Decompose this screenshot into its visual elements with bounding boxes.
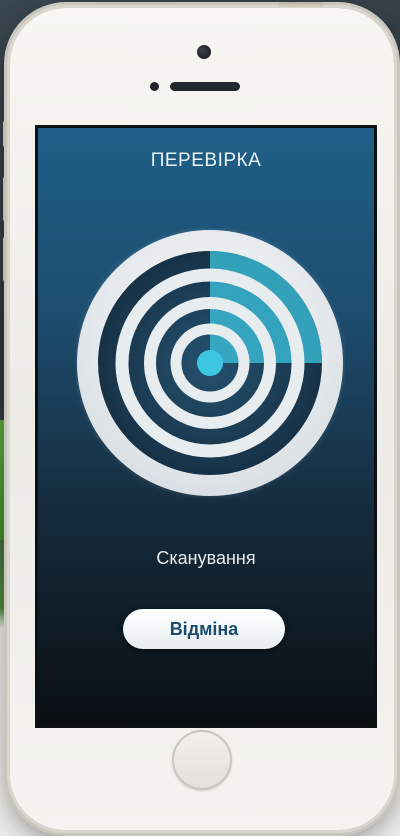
page-title: ПЕРЕВІРКА	[150, 150, 262, 171]
scanning-status: Сканування	[156, 548, 256, 568]
mute-switch	[3, 120, 9, 148]
power-button	[278, 2, 324, 8]
volume-down-button	[3, 236, 9, 282]
radar-scan-icon	[75, 228, 345, 498]
volume-up-button	[3, 176, 9, 222]
app-screen: ПЕРЕВІРКА Сканування Відміна	[35, 125, 377, 728]
phone-device: ПЕРЕВІРКА Сканування Відміна	[3, 2, 394, 830]
proximity-sensor	[150, 82, 159, 91]
front-camera	[197, 45, 211, 59]
home-button[interactable]	[172, 730, 232, 790]
earpiece-speaker	[170, 82, 240, 91]
cancel-button[interactable]: Відміна	[123, 609, 285, 649]
